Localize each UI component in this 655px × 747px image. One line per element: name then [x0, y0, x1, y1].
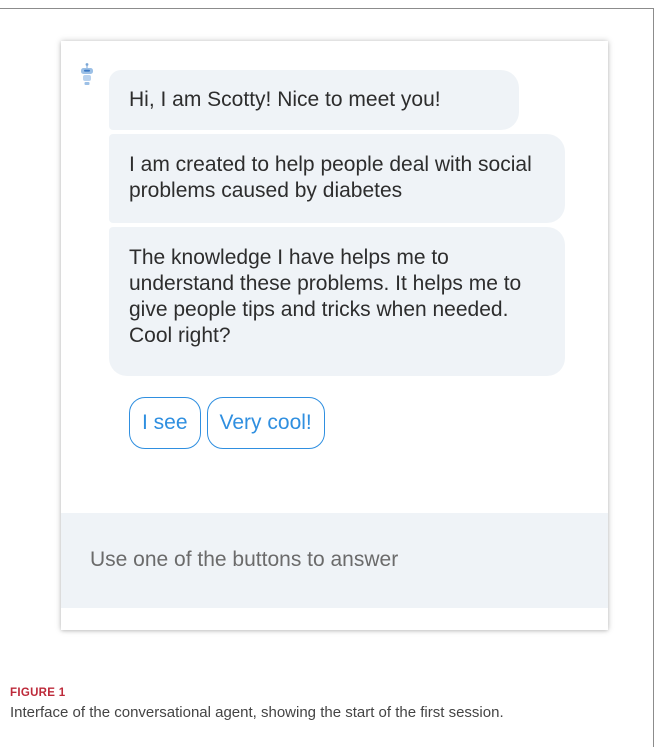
message-input-bar[interactable]: Use one of the buttons to answer — [61, 513, 608, 608]
figure-label: FIGURE 1 — [10, 687, 66, 699]
bot-message: Hi, I am Scotty! Nice to meet you! — [109, 70, 519, 130]
robot-avatar-icon — [76, 62, 98, 90]
quick-reply-i-see-button[interactable]: I see — [129, 397, 201, 449]
bot-message: I am created to help people deal with so… — [109, 134, 565, 223]
quick-replies: I see Very cool! — [129, 397, 325, 449]
bot-message: The knowledge I have helps me to underst… — [109, 227, 565, 376]
figure-caption: Interface of the conversational agent, s… — [10, 704, 504, 721]
input-placeholder: Use one of the buttons to answer — [90, 548, 399, 571]
quick-reply-very-cool-button[interactable]: Very cool! — [206, 397, 325, 449]
chat-window: Hi, I am Scotty! Nice to meet you! I am … — [61, 41, 608, 630]
